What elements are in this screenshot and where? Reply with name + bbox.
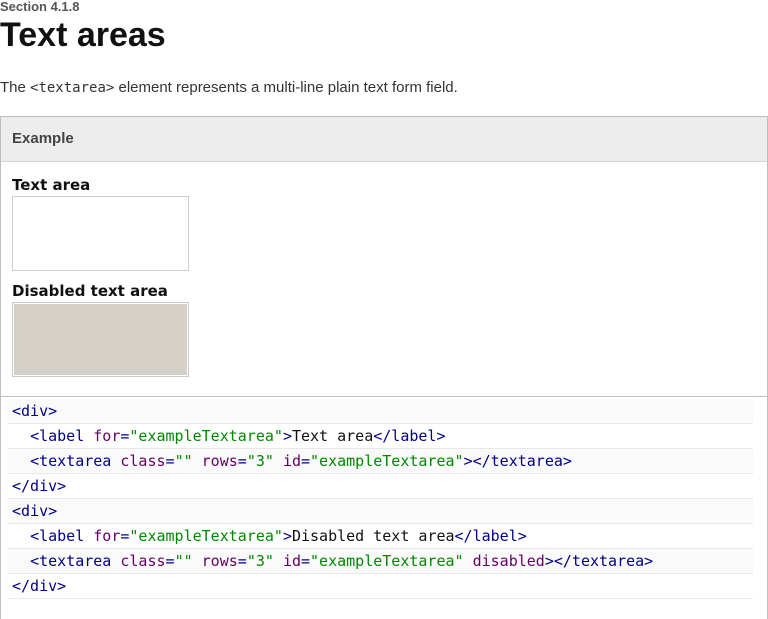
- code-line: <label for="exampleTextarea">Text area</…: [8, 424, 753, 449]
- code-token: <div>: [12, 502, 58, 520]
- code-token: "exampleTextarea": [310, 552, 464, 570]
- code-token: "3": [246, 552, 274, 570]
- code-token: </label>: [373, 427, 446, 445]
- code-token: "3": [246, 452, 274, 470]
- code-line: <div>: [8, 399, 753, 424]
- code-token: =: [165, 552, 175, 570]
- code-token: <textarea: [30, 452, 112, 470]
- code-token: =: [237, 552, 247, 570]
- code-line: <label for="exampleTextarea">Disabled te…: [8, 524, 753, 549]
- text-area-label: Text area: [12, 176, 91, 194]
- page: Section 4.1.8 Text areas The <textarea> …: [0, 0, 768, 619]
- code-token: =: [301, 552, 311, 570]
- code-token: </div>: [12, 577, 67, 595]
- code-line: <div>: [8, 499, 753, 524]
- code-line: <textarea class="" rows="3" id="exampleT…: [8, 449, 753, 474]
- code-token: </div>: [12, 477, 67, 495]
- code-line: <textarea class="" rows="3" id="exampleT…: [8, 549, 753, 574]
- code-token: class: [120, 552, 166, 570]
- code-token: >: [282, 527, 292, 545]
- code-token: <label: [30, 427, 85, 445]
- code-token: <label: [30, 527, 85, 545]
- code-token: for: [93, 427, 121, 445]
- code-token: </label>: [454, 527, 527, 545]
- code-token: id: [282, 552, 301, 570]
- disabled-text-area-input: [12, 302, 189, 377]
- code-line: </div>: [8, 474, 753, 499]
- code-token: ></textarea>: [463, 452, 572, 470]
- intro-code: <textarea>: [30, 80, 115, 96]
- example-panel: Example Text area Disabled text area <di…: [0, 116, 768, 619]
- code-token: "": [174, 552, 193, 570]
- code-token: <div>: [12, 402, 58, 420]
- code-token: <textarea: [30, 552, 112, 570]
- example-header: Example: [1, 117, 767, 162]
- code-token: Text area: [291, 427, 374, 445]
- code-token: "exampleTextarea": [129, 527, 283, 545]
- intro-text: The <textarea> element represents a mult…: [0, 79, 768, 97]
- code-token: =: [237, 452, 247, 470]
- code-token: for: [93, 527, 121, 545]
- code-token: disabled: [472, 552, 545, 570]
- code-token: "": [174, 452, 193, 470]
- code-token: "exampleTextarea": [310, 452, 464, 470]
- disabled-text-area-label: Disabled text area: [12, 282, 168, 300]
- text-area-input[interactable]: [12, 196, 189, 271]
- code-token: =: [301, 452, 311, 470]
- example-body: Text area Disabled text area: [1, 162, 767, 396]
- code-token: id: [282, 452, 301, 470]
- code-token: rows: [201, 552, 238, 570]
- code-block: <div> <label for="exampleTextarea">Text …: [1, 396, 767, 619]
- code-token: rows: [201, 452, 238, 470]
- intro-after: element represents a multi-line plain te…: [114, 79, 458, 96]
- code-line: </div>: [8, 574, 753, 599]
- code-token: class: [120, 452, 166, 470]
- code-token: =: [165, 452, 175, 470]
- intro-before: The: [0, 79, 31, 96]
- code-token: Disabled text area: [291, 527, 455, 545]
- code-token: "exampleTextarea": [129, 427, 283, 445]
- page-title: Text areas: [0, 16, 166, 54]
- code-token: >: [282, 427, 292, 445]
- section-label: Section 4.1.8: [0, 0, 80, 14]
- code-token: ></textarea>: [544, 552, 654, 570]
